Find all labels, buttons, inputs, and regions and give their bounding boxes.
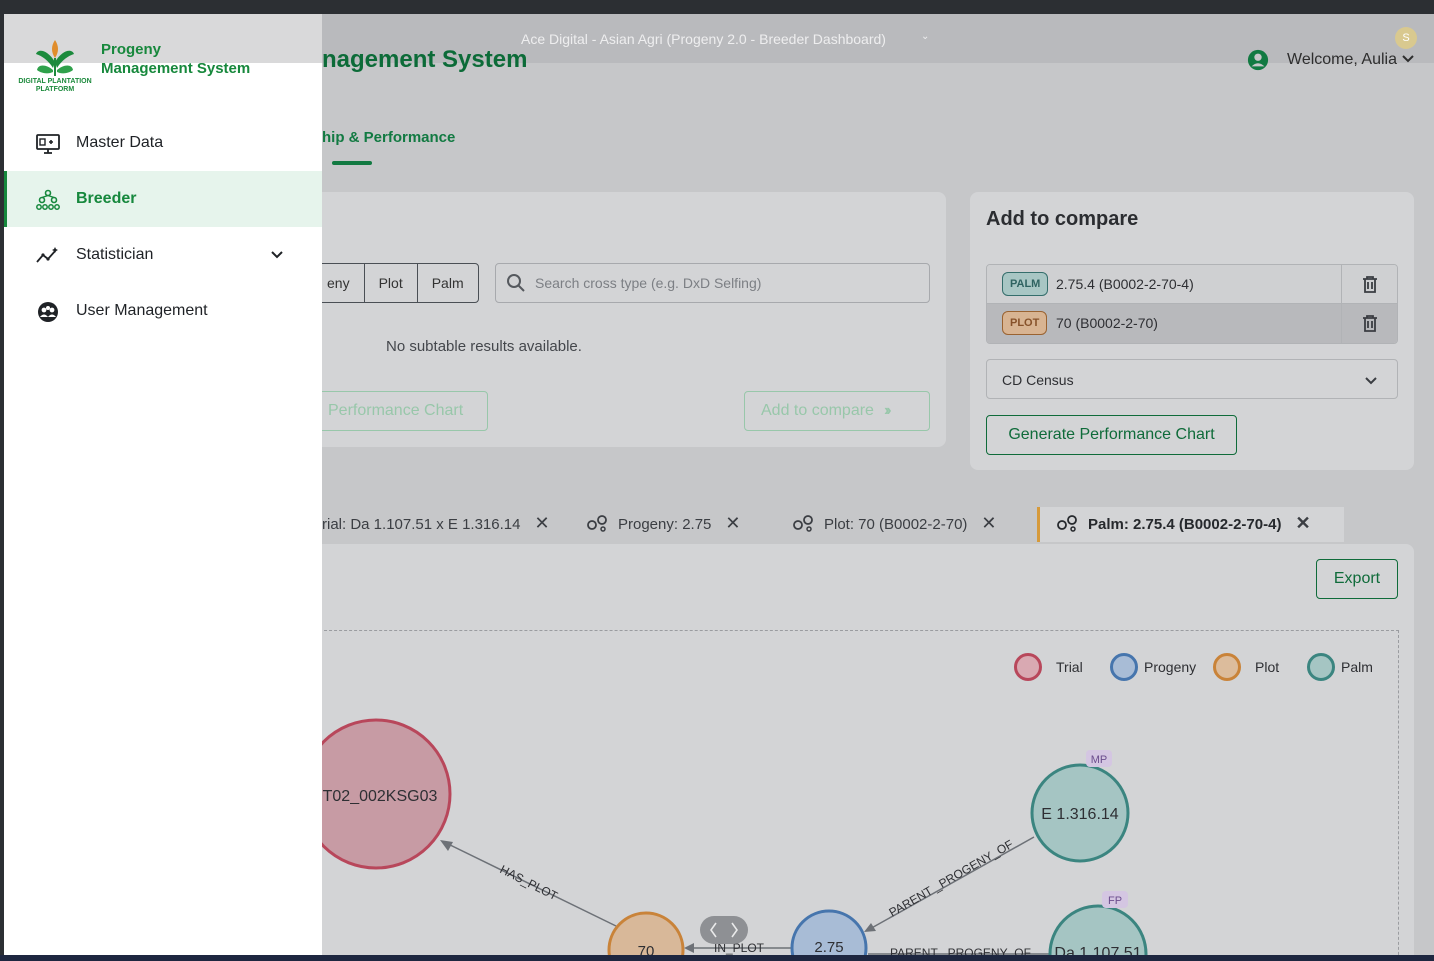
arrow-icon [684, 943, 694, 953]
trial-node[interactable]: T02_002KSG03 [300, 718, 452, 870]
sidebar-item-statistician[interactable]: Statistician [4, 227, 322, 283]
monitor-icon [36, 134, 60, 154]
progeny-node[interactable]: 2.75 [790, 909, 868, 955]
sidebar-item-label: Master Data [76, 134, 164, 151]
fp-tag: FP [1108, 895, 1122, 907]
node-label: Da 1.107.51 [1054, 945, 1141, 955]
sidebar-item-user-management[interactable]: User Management [4, 283, 322, 339]
palm-node-mp[interactable]: E 1.316.14 MP [1030, 750, 1130, 863]
sidebar-item-label: User Management [76, 302, 208, 319]
logo-caption: DIGITAL PLANTATION PLATFORM [18, 78, 92, 94]
trend-icon [36, 247, 58, 263]
palm-node-fp[interactable]: Da 1.107.51 FP [1048, 891, 1148, 955]
node-label: 70 [638, 943, 655, 955]
edge-label: PARENT _PROGENY_OF [887, 837, 1016, 920]
window-top-border [0, 0, 1434, 14]
logo-caption-line2: PLATFORM [35, 86, 75, 93]
sidebar-item-label: Statistician [76, 246, 154, 263]
graph-pager[interactable] [700, 916, 748, 944]
logo-caption-line1: DIGITAL PLANTATION [18, 78, 92, 85]
edge-label: HAS_PLOT [498, 862, 561, 903]
app-window: Ace Digital - Asian Agri (Progeny 2.0 - … [4, 14, 1434, 955]
brand-subtitle: Management System [101, 60, 251, 77]
sidebar-item-label: Breeder [76, 190, 137, 207]
edge-label: PARENT _PROGENY_OF [890, 946, 1031, 955]
arrow-icon [440, 840, 453, 851]
plot-node[interactable]: 70 [607, 911, 685, 955]
sidebar-drawer: DIGITAL PLANTATION PLATFORM Progeny Manag… [4, 14, 322, 955]
sidebar-item-breeder[interactable]: Breeder [4, 171, 322, 227]
node-label: T02_002KSG03 [323, 788, 438, 805]
arrow-icon [864, 923, 876, 932]
mp-tag: MP [1091, 754, 1108, 766]
taskbar-edge [0, 955, 1434, 961]
node-label: E 1.316.14 [1041, 806, 1119, 823]
users-icon [38, 302, 58, 322]
node-label: 2.75 [814, 939, 843, 955]
brand-title: Progeny [101, 41, 162, 58]
sidebar-item-master-data[interactable]: Master Data [4, 115, 322, 171]
hierarchy-icon [36, 189, 60, 210]
chevron-down-icon[interactable] [270, 248, 284, 262]
